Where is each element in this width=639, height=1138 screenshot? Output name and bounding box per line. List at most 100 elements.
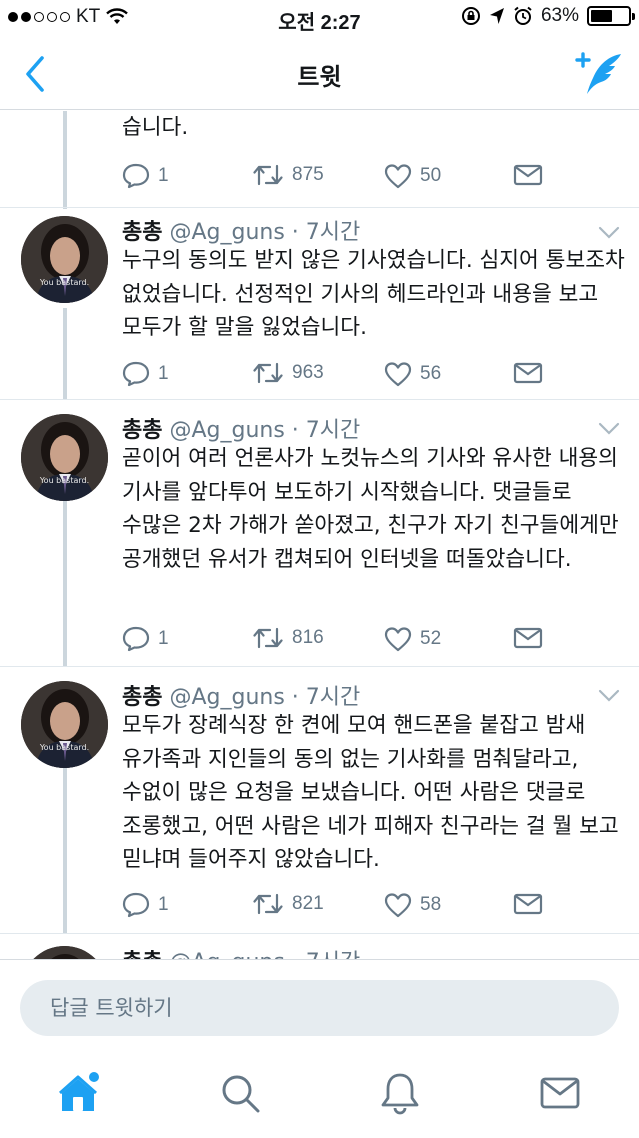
retweet-count: 875 bbox=[292, 164, 324, 185]
author-name[interactable]: 총총 bbox=[122, 685, 162, 710]
reply-count: 1 bbox=[158, 894, 169, 915]
chevron-down-icon[interactable] bbox=[597, 422, 621, 436]
chevron-down-icon[interactable] bbox=[597, 226, 621, 240]
thread-connector bbox=[63, 308, 67, 399]
battery-icon bbox=[587, 6, 635, 26]
retweet-icon bbox=[253, 627, 283, 649]
home-icon[interactable] bbox=[58, 1071, 102, 1115]
reply-count: 1 bbox=[158, 363, 169, 384]
reply-icon bbox=[122, 892, 150, 918]
notifications-bell-icon[interactable] bbox=[378, 1071, 422, 1115]
retweet-icon bbox=[253, 164, 283, 186]
tweet-actions: 1 875 50 bbox=[122, 163, 622, 193]
tweet-fragment[interactable]: 습니다. 1 875 50 bbox=[0, 111, 639, 207]
author-handle-time: @Ag_guns · 7시간 bbox=[169, 418, 361, 443]
avatar-photo bbox=[21, 414, 108, 501]
retweet-icon bbox=[253, 362, 283, 384]
mail-icon bbox=[513, 362, 543, 384]
retweet-count: 816 bbox=[292, 627, 324, 648]
avatar[interactable]: You bastard. bbox=[21, 681, 108, 768]
message-button[interactable] bbox=[513, 163, 543, 187]
retweet-button[interactable]: 963 bbox=[252, 361, 324, 385]
retweet-button[interactable]: 875 bbox=[252, 163, 324, 187]
avatar-caption: You bastard. bbox=[39, 743, 90, 752]
tweet-header: 총총 @Ag_guns · 7시간 bbox=[122, 412, 360, 444]
reply-count: 1 bbox=[158, 628, 169, 649]
tab-bar bbox=[0, 1053, 639, 1138]
tweet-actions: 1 963 56 bbox=[122, 361, 622, 391]
reply-icon bbox=[122, 626, 150, 652]
author-handle-time: @Ag_guns · 7시간 bbox=[169, 950, 360, 959]
like-count: 58 bbox=[420, 894, 442, 915]
author-name[interactable]: 총총 bbox=[122, 418, 162, 443]
retweet-count: 821 bbox=[292, 893, 324, 914]
tweet-text: 습니다. bbox=[122, 115, 189, 140]
nav-bar: 트윗 bbox=[0, 38, 639, 110]
message-button[interactable] bbox=[513, 892, 543, 916]
reply-button[interactable]: 1 bbox=[122, 163, 169, 189]
reply-icon bbox=[122, 163, 150, 189]
tweet-header: 총총 @Ag_guns · 7시간 bbox=[122, 679, 360, 711]
message-button[interactable] bbox=[513, 626, 543, 650]
like-button[interactable]: 50 bbox=[384, 163, 441, 189]
tweet-actions: 1 816 52 bbox=[122, 626, 622, 656]
author-name[interactable]: 총총 bbox=[122, 220, 162, 245]
tweet-actions: 1 821 58 bbox=[122, 892, 622, 922]
tweet-header: 총총 @Ag_guns · 7시간 bbox=[122, 214, 360, 246]
like-count: 56 bbox=[420, 363, 442, 384]
messages-mail-icon[interactable] bbox=[538, 1071, 582, 1115]
mail-icon bbox=[513, 627, 543, 649]
tweet-thread: 습니다. 1 875 50 You bastard. 총총 @Ag_guns ·… bbox=[0, 111, 639, 959]
like-button[interactable]: 52 bbox=[384, 626, 441, 652]
tweet-text: 모두가 장례식장 한 켠에 모여 핸드폰을 붙잡고 밤새 유가족과 지인들의 동… bbox=[122, 713, 619, 872]
mail-icon bbox=[513, 893, 543, 915]
reply-input[interactable]: 답글 트윗하기 bbox=[20, 980, 619, 1036]
tweet-header: 총총 @Ag_guns · 7시간 bbox=[122, 944, 360, 959]
status-indicators: 63% bbox=[461, 5, 635, 27]
thread-connector bbox=[63, 500, 67, 666]
avatar-photo bbox=[21, 681, 108, 768]
tweet-text: 누구의 동의도 받지 않은 기사였습니다. 심지어 통보조차 없었습니다. 선정… bbox=[122, 248, 625, 340]
reply-button[interactable]: 1 bbox=[122, 892, 169, 918]
reply-bar: 답글 트윗하기 bbox=[0, 959, 639, 1053]
retweet-button[interactable]: 816 bbox=[252, 626, 324, 650]
author-handle-time: @Ag_guns · 7시간 bbox=[169, 685, 361, 710]
page-title: 트윗 bbox=[297, 63, 342, 91]
location-arrow-icon bbox=[489, 8, 504, 24]
retweet-count: 963 bbox=[292, 362, 324, 383]
like-button[interactable]: 56 bbox=[384, 361, 441, 387]
avatar[interactable]: You bastard. bbox=[21, 216, 108, 303]
tweet-partial[interactable]: 총총 @Ag_guns · 7시간 bbox=[0, 934, 639, 959]
rotation-lock-icon bbox=[461, 7, 480, 25]
avatar-photo bbox=[21, 946, 108, 959]
tweet[interactable]: You bastard. 총총 @Ag_guns · 7시간 모두가 장례식장 … bbox=[0, 667, 639, 933]
compose-tweet-icon[interactable] bbox=[575, 50, 625, 96]
heart-icon bbox=[384, 362, 412, 387]
like-button[interactable]: 58 bbox=[384, 892, 441, 918]
author-name[interactable]: 총총 bbox=[122, 950, 162, 959]
avatar-photo bbox=[21, 216, 108, 303]
heart-icon bbox=[384, 627, 412, 652]
reply-button[interactable]: 1 bbox=[122, 626, 169, 652]
tweet[interactable]: You bastard. 총총 @Ag_guns · 7시간 누구의 동의도 받… bbox=[0, 208, 639, 399]
battery-percent: 63% bbox=[540, 5, 579, 26]
retweet-icon bbox=[253, 893, 283, 915]
like-count: 52 bbox=[420, 628, 442, 649]
search-icon[interactable] bbox=[218, 1071, 262, 1115]
avatar-caption: You bastard. bbox=[39, 476, 90, 485]
avatar-caption: You bastard. bbox=[39, 278, 90, 287]
tweet[interactable]: You bastard. 총총 @Ag_guns · 7시간 곧이어 여러 언론… bbox=[0, 400, 639, 666]
message-button[interactable] bbox=[513, 361, 543, 385]
reply-button[interactable]: 1 bbox=[122, 361, 169, 387]
heart-icon bbox=[384, 164, 412, 189]
reply-icon bbox=[122, 361, 150, 387]
avatar[interactable] bbox=[21, 946, 108, 959]
avatar[interactable]: You bastard. bbox=[21, 414, 108, 501]
retweet-button[interactable]: 821 bbox=[252, 892, 324, 916]
chevron-down-icon[interactable] bbox=[597, 689, 621, 703]
reply-count: 1 bbox=[158, 165, 169, 186]
status-bar: KT 오전 2:27 63% bbox=[0, 0, 639, 38]
alarm-clock-icon bbox=[514, 6, 532, 25]
tweet-text: 곧이어 여러 언론사가 노컷뉴스의 기사와 유사한 내용의 기사를 앞다투어 보… bbox=[122, 446, 619, 572]
mail-icon bbox=[513, 164, 543, 186]
